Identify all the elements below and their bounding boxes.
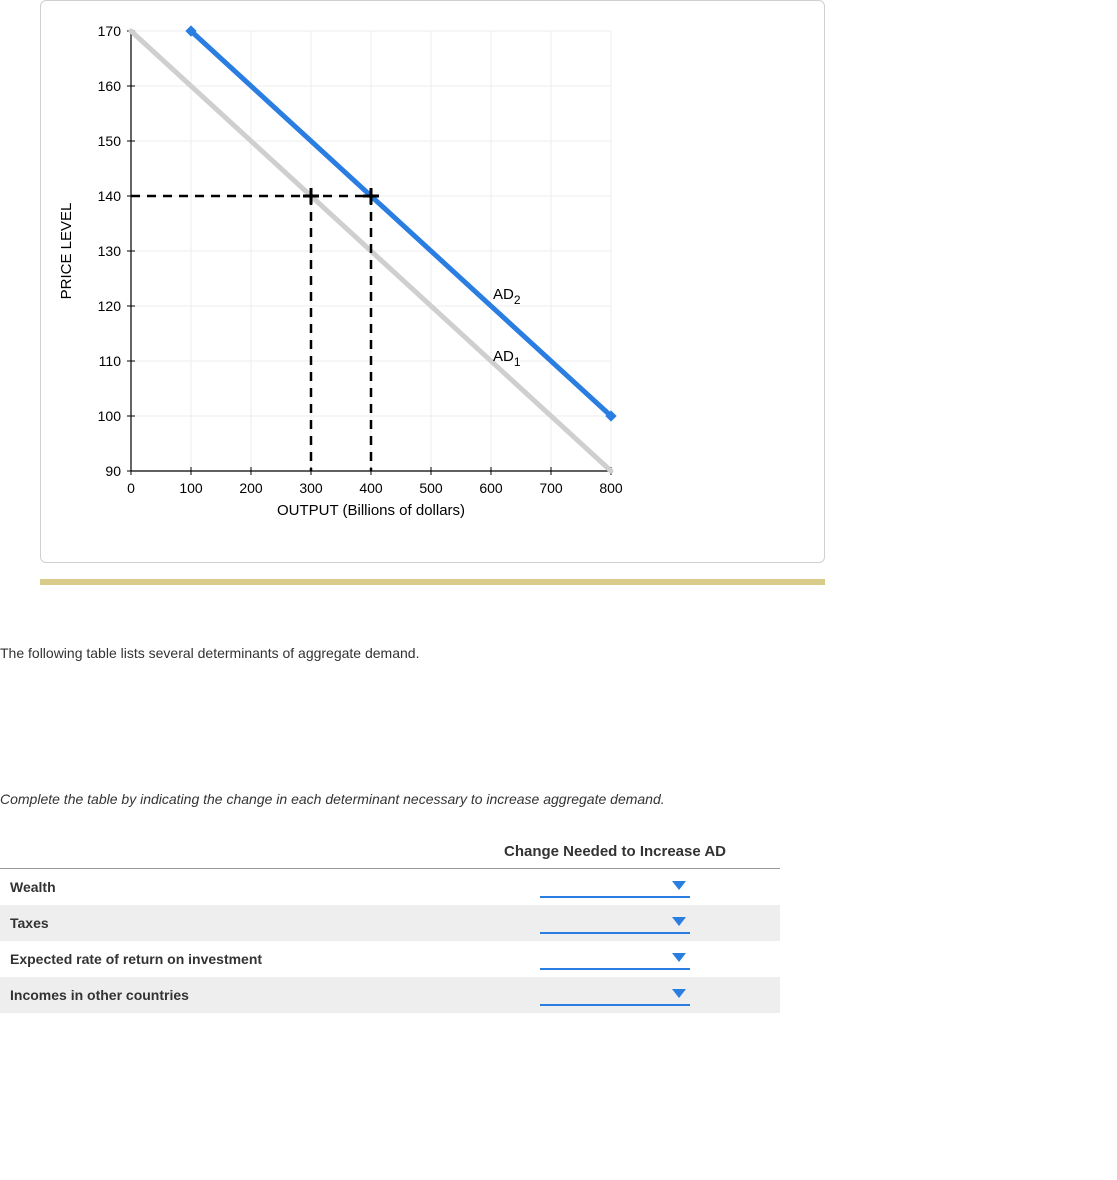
table-row: Incomes in other countries [0,977,780,1013]
chevron-down-icon [672,953,686,962]
xtick: 700 [539,480,563,496]
determinant-label: Expected rate of return on investment [0,941,450,977]
xtick: 100 [179,480,203,496]
determinants-table: Change Needed to Increase AD Wealth Taxe… [0,835,780,1013]
ytick: 150 [98,133,122,149]
xtick: 600 [479,480,503,496]
table-row: Expected rate of return on investment [0,941,780,977]
xtick: 800 [599,480,623,496]
determinant-label: Incomes in other countries [0,977,450,1013]
determinant-label: Taxes [0,905,450,941]
section-divider [40,579,825,585]
dropdown-wealth[interactable] [540,876,690,898]
xtick: 300 [299,480,323,496]
xtick: 500 [419,480,443,496]
ytick: 140 [98,188,122,204]
table-header-change: Change Needed to Increase AD [450,835,780,869]
ad2-line [191,31,611,416]
table-row: Taxes [0,905,780,941]
ytick: 100 [98,408,122,424]
xtick: 400 [359,480,383,496]
ad2-label: AD2 [493,286,521,307]
chevron-down-icon [672,989,686,998]
ytick: 90 [105,463,121,479]
chevron-down-icon [672,881,686,890]
ad-chart[interactable]: 90 100 110 120 130 140 150 160 170 0 100… [51,11,814,534]
x-axis-label: OUTPUT (Billions of dollars) [277,502,465,519]
ytick: 160 [98,78,122,94]
determinant-label: Wealth [0,869,450,906]
ytick: 130 [98,243,122,259]
ytick: 110 [99,353,122,369]
dropdown-expected-return[interactable] [540,948,690,970]
xtick: 0 [127,480,135,496]
ytick: 120 [98,298,122,314]
chart-panel: 90 100 110 120 130 140 150 160 170 0 100… [40,0,825,563]
y-axis-label: PRICE LEVEL [58,203,75,300]
chevron-down-icon [672,917,686,926]
dropdown-taxes[interactable] [540,912,690,934]
instruction-text: Complete the table by indicating the cha… [0,791,1117,807]
table-row: Wealth [0,869,780,906]
xtick: 200 [239,480,263,496]
dropdown-incomes-abroad[interactable] [540,984,690,1006]
ytick: 170 [98,23,122,39]
question-text: The following table lists several determ… [0,645,1117,661]
